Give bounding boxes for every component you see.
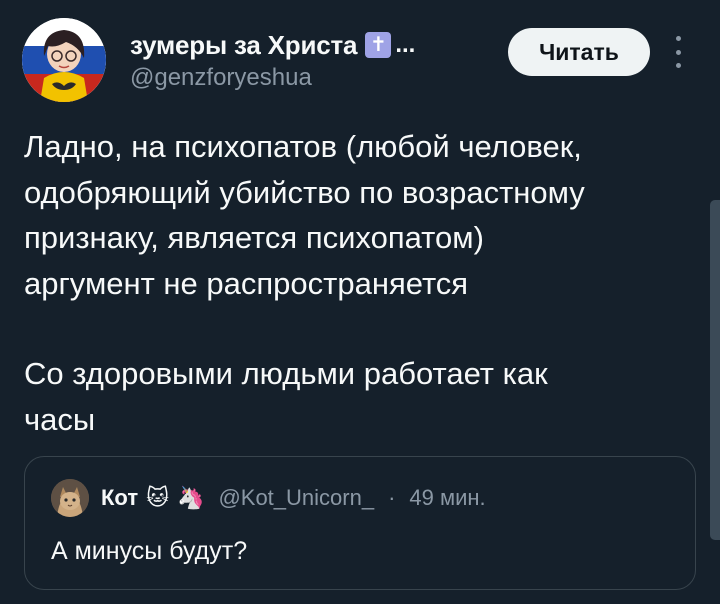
- author-handle[interactable]: @genzforyeshua: [130, 64, 415, 92]
- tweet-text: Ладно, на психопатов (любой человек, одо…: [24, 124, 700, 442]
- meta-separator: ·: [388, 485, 396, 510]
- author-name-row[interactable]: зумеры за Христа ✝ ...: [130, 28, 415, 62]
- author-info: зумеры за Христа ✝ ... @genzforyeshua: [130, 28, 415, 92]
- more-options-icon[interactable]: [670, 36, 686, 68]
- tweet-paragraph: Ладно, на психопатов (любой человек, одо…: [24, 129, 585, 301]
- quoted-tweet[interactable]: Кот 🐱 🦄 @Kot_Unicorn_ · 49 мин. А минусы…: [24, 456, 696, 590]
- quoted-author-name[interactable]: Кот: [101, 485, 138, 511]
- unicorn-icon: 🦄: [177, 485, 205, 510]
- cat-face-icon: 🐱: [146, 485, 170, 510]
- name-truncation: ...: [395, 31, 416, 58]
- author-avatar[interactable]: [22, 18, 106, 102]
- cross-emoji-icon: ✝: [365, 32, 392, 58]
- author-display-name[interactable]: зумеры за Христа: [130, 30, 358, 61]
- tweet-view: зумеры за Христа ✝ ... @genzforyeshua Чи…: [0, 0, 720, 604]
- tweet-paragraph: Со здоровыми людьми работает как часы: [24, 356, 548, 437]
- tweet-header: зумеры за Христа ✝ ... @genzforyeshua Чи…: [22, 14, 692, 102]
- quoted-tweet-time[interactable]: 49 мин.: [409, 485, 485, 511]
- quoted-tweet-header: Кот 🐱 🦄 @Kot_Unicorn_ · 49 мин.: [51, 479, 486, 517]
- quoted-tweet-text: А минусы будут?: [51, 537, 248, 565]
- follow-button[interactable]: Читать: [508, 28, 650, 76]
- scrollbar[interactable]: [710, 200, 720, 540]
- quoted-author-avatar[interactable]: [51, 479, 89, 517]
- quoted-author-handle[interactable]: @Kot_Unicorn_: [218, 485, 374, 511]
